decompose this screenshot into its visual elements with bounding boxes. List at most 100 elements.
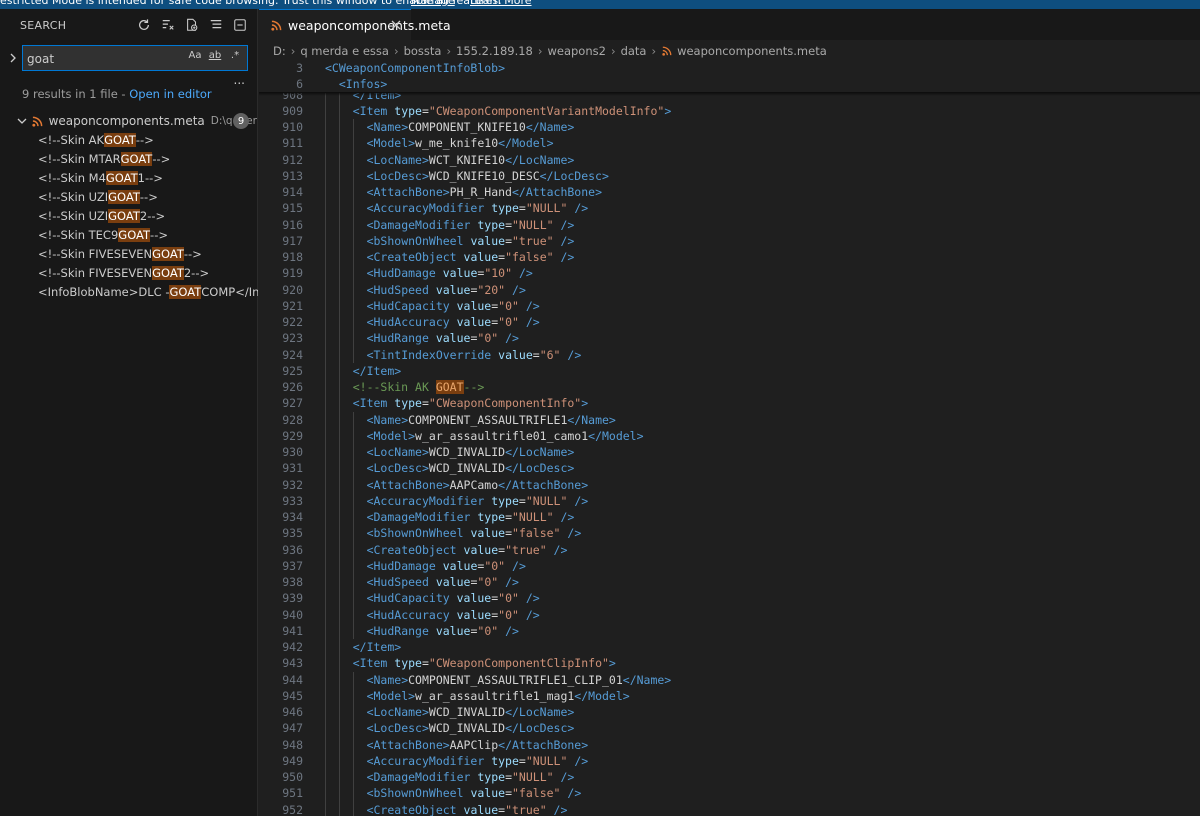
- code-line[interactable]: 922 <HudAccuracy value="0" />: [259, 314, 1200, 331]
- code-line[interactable]: 930 <LocName>WCD_INVALID</LocName>: [259, 444, 1200, 461]
- code-line[interactable]: 943 <Item type="CWeaponComponentClipInfo"…: [259, 655, 1200, 672]
- code-line[interactable]: 939 <HudCapacity value="0" />: [259, 590, 1200, 607]
- code-token: value: [463, 542, 499, 557]
- code-line[interactable]: 938 <HudSpeed value="0" />: [259, 574, 1200, 591]
- code-token: <Model>: [366, 688, 416, 703]
- breadcrumb-item[interactable]: D:: [273, 44, 286, 58]
- banner-learn-more-link[interactable]: Learn More: [470, 0, 532, 8]
- tab-weaponcomponents-meta[interactable]: weaponcomponents.meta: [259, 9, 451, 40]
- toggle-search-details-icon[interactable]: ...: [234, 73, 245, 87]
- breadcrumb-item[interactable]: weaponcomponents.meta: [677, 44, 827, 58]
- code-line[interactable]: 932 <AttachBone>AAPCamo</AttachBone>: [259, 476, 1200, 493]
- indent-guide: [352, 297, 354, 314]
- code-editor[interactable]: 908</Item>909<Item type="CWeaponComponen…: [259, 60, 1200, 816]
- code-line[interactable]: 945 <Model>w_ar_assaultrifle1_mag1</Model…: [259, 687, 1200, 704]
- code-line[interactable]: 921 <HudCapacity value="0" />: [259, 297, 1200, 314]
- code-line[interactable]: 924 <TintIndexOverride value="6" />: [259, 346, 1200, 363]
- code-line[interactable]: 920 <HudSpeed value="20" />: [259, 281, 1200, 298]
- toggle-replace-chevron-icon[interactable]: [6, 49, 20, 67]
- breadcrumb-item[interactable]: data: [621, 44, 647, 58]
- search-match-item[interactable]: <!--Skin FIVESEVEN GOAT -->: [0, 244, 258, 263]
- code-token: "true": [505, 802, 547, 816]
- regex-toggle[interactable]: .*: [227, 50, 243, 61]
- code-line[interactable]: 937 <HudDamage value="0" />: [259, 557, 1200, 574]
- indent-guide: [338, 314, 340, 331]
- open-in-editor-link[interactable]: Open in editor: [129, 87, 211, 101]
- search-match-item[interactable]: <!--Skin AK GOAT -->: [0, 131, 258, 150]
- code-token: <LocDesc>: [366, 721, 429, 736]
- view-as-tree-icon[interactable]: [207, 16, 225, 34]
- code-text: <AccuracyModifier type="NULL" />: [367, 753, 589, 769]
- code-line[interactable]: 927 <Item type="CWeaponComponentInfo">: [259, 395, 1200, 412]
- code-line[interactable]: 918 <CreateObject value="false" />: [259, 249, 1200, 266]
- code-line[interactable]: 912 <LocName>WCT_KNIFE10</LocName>: [259, 151, 1200, 168]
- collapse-all-icon[interactable]: [231, 16, 249, 34]
- code-line[interactable]: 925 </Item>: [259, 362, 1200, 379]
- code-line[interactable]: 919 <HudDamage value="10" />: [259, 265, 1200, 282]
- code-line[interactable]: 917 <bShownOnWheel value="true" />: [259, 232, 1200, 249]
- code-line[interactable]: 947 <LocDesc>WCD_INVALID</LocDesc>: [259, 720, 1200, 737]
- code-line[interactable]: 949 <AccuracyModifier type="NULL" />: [259, 752, 1200, 769]
- indent-guide: [338, 720, 340, 737]
- code-token: "10": [484, 266, 513, 281]
- indent-guide: [338, 362, 340, 379]
- code-line[interactable]: 911 <Model>w_me_knife10</Model>: [259, 135, 1200, 152]
- breadcrumb-item[interactable]: 155.2.189.18: [456, 44, 533, 58]
- search-match-item[interactable]: <!--Skin UZI GOAT 2-->: [0, 207, 258, 226]
- code-token: <CWeaponComponentInfoBlob>: [325, 61, 506, 75]
- refresh-icon[interactable]: [135, 16, 153, 34]
- code-line[interactable]: 952 <CreateObject value="true" />: [259, 801, 1200, 816]
- editor-area: weaponcomponents.meta D: › q merda e essa ›…: [259, 9, 1200, 816]
- result-file-row[interactable]: weaponcomponents.meta D:\q merd... 9: [0, 111, 257, 131]
- code-line[interactable]: 948 <AttachBone>AAPClip</AttachBone>: [259, 736, 1200, 753]
- search-match-item[interactable]: <InfoBlobName>DLC - GOATCOMP</InfoBl...: [0, 282, 258, 301]
- sticky-scroll-line[interactable]: 3 <CWeaponComponentInfoBlob>: [259, 60, 1200, 77]
- code-line[interactable]: 915 <AccuracyModifier type="NULL" />: [259, 200, 1200, 217]
- new-search-editor-icon[interactable]: [183, 16, 201, 34]
- code-line[interactable]: 946 <LocName>WCD_INVALID</LocName>: [259, 704, 1200, 721]
- code-line[interactable]: 941 <HudRange value="0" />: [259, 622, 1200, 639]
- banner-manage-link[interactable]: Manage: [411, 0, 455, 8]
- breadcrumb-separator-icon: ›: [610, 44, 616, 58]
- search-match-item[interactable]: <!--Skin TEC9 GOAT -->: [0, 225, 258, 244]
- search-input[interactable]: [27, 50, 157, 68]
- code-line[interactable]: 933 <AccuracyModifier type="NULL" />: [259, 492, 1200, 509]
- code-line[interactable]: 931 <LocDesc>WCD_INVALID</LocDesc>: [259, 460, 1200, 477]
- breadcrumb-item[interactable]: q merda e essa: [300, 44, 389, 58]
- code-line[interactable]: 936 <CreateObject value="true" />: [259, 541, 1200, 558]
- code-line[interactable]: 913 <LocDesc>WCD_KNIFE10_DESC</LocDesc>: [259, 167, 1200, 184]
- code-line[interactable]: 934 <DamageModifier type="NULL" />: [259, 509, 1200, 526]
- chevron-down-icon[interactable]: [16, 117, 28, 125]
- code-line[interactable]: 928 <Name>COMPONENT_ASSAULTRIFLE1</Name>: [259, 411, 1200, 428]
- clear-results-icon[interactable]: [159, 16, 177, 34]
- code-line[interactable]: 940 <HudAccuracy value="0" />: [259, 606, 1200, 623]
- code-line[interactable]: 935 <bShownOnWheel value="false" />: [259, 525, 1200, 542]
- code-line[interactable]: 926 <!--Skin AK GOAT-->: [259, 379, 1200, 396]
- close-icon[interactable]: [389, 18, 403, 32]
- sticky-scroll-line[interactable]: 6 <Infos>: [259, 76, 1200, 93]
- code-line[interactable]: 909 <Item type="CWeaponComponentVariantMo…: [259, 102, 1200, 119]
- code-line[interactable]: 950 <DamageModifier type="NULL" />: [259, 769, 1200, 786]
- indent-guide: [325, 687, 326, 704]
- search-match-item[interactable]: <!--Skin M4 GOAT 1-->: [0, 169, 258, 188]
- code-token: "6": [539, 347, 561, 362]
- breadcrumb-item[interactable]: bossta: [404, 44, 442, 58]
- code-line[interactable]: 910 <Name>COMPONENT_KNIFE10</Name>: [259, 119, 1200, 136]
- code-line[interactable]: 929 <Model>w_ar_assaultrifle01_camo1</Mod…: [259, 427, 1200, 444]
- code-line[interactable]: 916 <DamageModifier type="NULL" />: [259, 216, 1200, 233]
- indent-guide: [338, 801, 340, 816]
- code-line[interactable]: 942 </Item>: [259, 639, 1200, 656]
- search-match-item[interactable]: <!--Skin FIVESEVEN GOAT 2-->: [0, 263, 258, 282]
- whole-word-toggle[interactable]: ab: [207, 50, 223, 61]
- code-line[interactable]: 944 <Name>COMPONENT_ASSAULTRIFLE1_CLIP_01…: [259, 671, 1200, 688]
- code-line[interactable]: 923 <HudRange value="0" />: [259, 330, 1200, 347]
- code-line[interactable]: 914 <AttachBone>PH_R_Hand</AttachBone>: [259, 184, 1200, 201]
- indent-guide: [325, 655, 326, 672]
- match-case-toggle[interactable]: Aa: [187, 50, 203, 61]
- search-match-item[interactable]: <!--Skin MTAR GOAT -->: [0, 150, 258, 169]
- indent-guide: [325, 704, 326, 721]
- code-line[interactable]: 951 <bShownOnWheel value="false" />: [259, 785, 1200, 802]
- breadcrumb-item[interactable]: weapons2: [547, 44, 605, 58]
- indent-guide: [352, 687, 354, 704]
- search-match-item[interactable]: <!--Skin UZI GOAT -->: [0, 188, 258, 207]
